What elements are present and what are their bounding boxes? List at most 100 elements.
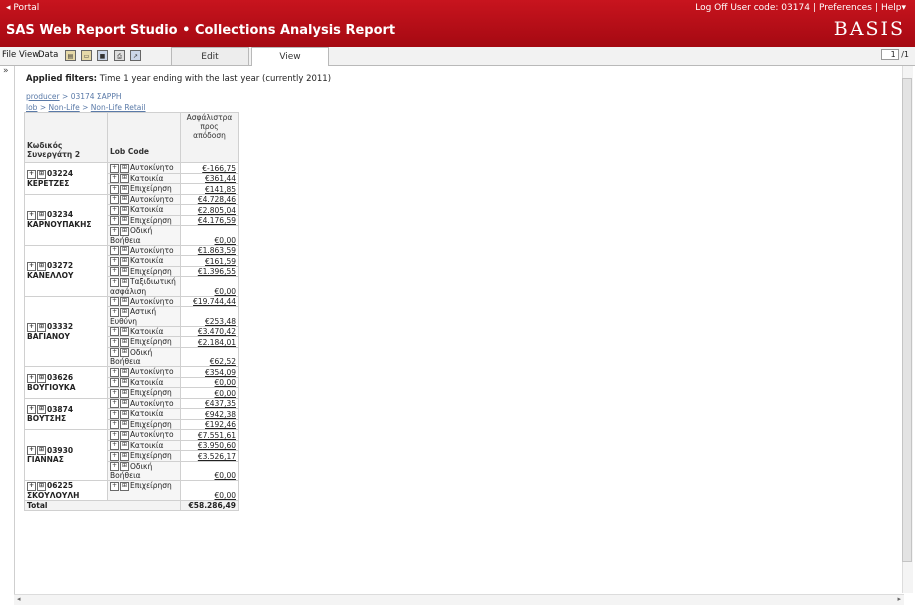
premium-value[interactable]: €0,00 xyxy=(215,491,236,500)
lob-label[interactable]: Κατοικία xyxy=(130,441,163,450)
breadcrumb-link-producer[interactable]: producer xyxy=(26,92,60,101)
expand-icon[interactable]: + xyxy=(27,446,36,456)
expand-icon[interactable]: + xyxy=(110,481,119,491)
expand-icon[interactable]: + xyxy=(110,462,119,471)
expand-icon[interactable]: + xyxy=(110,348,119,357)
drill-icon[interactable]: ⊞ xyxy=(120,226,129,236)
expand-panel-button[interactable]: » xyxy=(3,66,9,76)
lob-label[interactable]: Κατοικία xyxy=(130,378,163,387)
breadcrumb-link-nonlife-retail[interactable]: Non-Life Retail xyxy=(91,103,146,112)
drill-icon[interactable]: ⊞ xyxy=(120,367,129,377)
premium-value[interactable]: €2.805,04 xyxy=(198,206,236,215)
breadcrumb-link-nonlife[interactable]: Non-Life xyxy=(49,103,80,112)
drill-icon[interactable]: ⊞ xyxy=(37,261,46,271)
drill-icon[interactable]: ⊞ xyxy=(120,409,129,419)
drill-icon[interactable]: ⊞ xyxy=(120,462,129,471)
expand-icon[interactable]: + xyxy=(110,430,119,440)
drill-icon[interactable]: ⊞ xyxy=(120,378,129,387)
drill-icon[interactable]: ⊞ xyxy=(120,430,129,440)
expand-icon[interactable]: + xyxy=(110,246,119,255)
scroll-left-icon[interactable]: ◂ xyxy=(17,595,21,603)
premium-value[interactable]: €7.551,61 xyxy=(198,431,236,440)
expand-icon[interactable]: + xyxy=(27,169,36,179)
premium-value[interactable]: €-166,75 xyxy=(202,164,236,173)
lob-label[interactable]: Κατοικία xyxy=(130,409,163,418)
col-header-lob[interactable]: Lob Code xyxy=(107,112,181,163)
premium-value[interactable]: €192,46 xyxy=(205,420,236,429)
lob-label[interactable]: Επιχείρηση xyxy=(130,184,172,193)
expand-icon[interactable]: + xyxy=(110,367,119,377)
drill-icon[interactable]: ⊞ xyxy=(120,307,129,317)
expand-icon[interactable]: + xyxy=(27,322,36,332)
logoff-link[interactable]: Log Off User code: 03174 xyxy=(692,3,813,13)
expand-icon[interactable]: + xyxy=(110,205,119,215)
lob-label[interactable]: Επιχείρηση xyxy=(130,481,172,490)
drill-icon[interactable]: ⊞ xyxy=(37,322,46,332)
lob-label[interactable]: Αυτοκίνητο xyxy=(130,246,174,255)
expand-icon[interactable]: + xyxy=(110,256,119,266)
drill-icon[interactable]: ⊞ xyxy=(37,446,46,456)
expand-icon[interactable]: + xyxy=(110,195,119,204)
drill-icon[interactable]: ⊞ xyxy=(37,481,46,491)
premium-value[interactable]: €161,59 xyxy=(205,257,236,266)
horizontal-scrollbar[interactable]: ◂ ▸ xyxy=(14,594,904,605)
premium-value[interactable]: €141,85 xyxy=(205,185,236,194)
lob-label[interactable]: Αυτοκίνητο xyxy=(130,367,174,376)
expand-icon[interactable]: + xyxy=(110,297,119,306)
lob-label[interactable]: Κατοικία xyxy=(130,205,163,214)
lob-label[interactable]: Αυτοκίνητο xyxy=(130,399,174,408)
expand-icon[interactable]: + xyxy=(27,210,36,220)
premium-value[interactable]: €62,52 xyxy=(210,357,236,366)
breadcrumb-link-lob[interactable]: lob xyxy=(26,103,37,112)
page-input[interactable]: 1 xyxy=(880,49,899,60)
expand-icon[interactable]: + xyxy=(27,261,36,271)
lob-label[interactable]: Αυτοκίνητο xyxy=(130,297,174,306)
premium-value[interactable]: €3.950,60 xyxy=(198,441,236,450)
vertical-scroll-thumb[interactable] xyxy=(902,78,912,562)
drill-icon[interactable]: ⊞ xyxy=(120,297,129,306)
drill-icon[interactable]: ⊞ xyxy=(120,174,129,183)
save-icon[interactable]: ■ xyxy=(97,50,108,61)
menu-file[interactable]: File xyxy=(2,50,16,60)
expand-icon[interactable]: + xyxy=(110,451,119,461)
premium-value[interactable]: €2.184,01 xyxy=(198,338,236,347)
drill-icon[interactable]: ⊞ xyxy=(37,373,46,383)
open-icon[interactable]: ▭ xyxy=(81,50,92,61)
drill-icon[interactable]: ⊞ xyxy=(37,169,46,179)
lob-label[interactable]: Επιχείρηση xyxy=(130,388,172,397)
premium-value[interactable]: €0,00 xyxy=(215,471,236,480)
expand-icon[interactable]: + xyxy=(110,277,119,287)
premium-value[interactable]: €19.744,44 xyxy=(193,297,236,306)
expand-icon[interactable]: + xyxy=(110,409,119,419)
lob-label[interactable]: Κατοικία xyxy=(130,174,163,183)
premium-value[interactable]: €942,38 xyxy=(205,410,236,419)
col-header-agent[interactable]: Κωδικός Συνεργάτη 2 xyxy=(24,112,108,163)
expand-icon[interactable]: + xyxy=(110,337,119,347)
lob-label[interactable]: Επιχείρηση xyxy=(130,216,172,225)
lob-label[interactable]: Επιχείρηση xyxy=(130,451,172,460)
drill-icon[interactable]: ⊞ xyxy=(120,399,129,408)
drill-icon[interactable]: ⊞ xyxy=(120,184,129,194)
drill-icon[interactable]: ⊞ xyxy=(120,481,129,491)
print-icon[interactable]: ⎙ xyxy=(114,50,125,61)
drill-icon[interactable]: ⊞ xyxy=(120,348,129,357)
premium-value[interactable]: €437,35 xyxy=(205,399,236,408)
expand-icon[interactable]: + xyxy=(27,373,36,383)
preferences-link[interactable]: Preferences xyxy=(816,3,875,13)
export-icon[interactable]: ↗ xyxy=(130,50,141,61)
lob-label[interactable]: Κατοικία xyxy=(130,327,163,336)
drill-icon[interactable]: ⊞ xyxy=(120,267,129,276)
premium-value[interactable]: €0,00 xyxy=(215,287,236,296)
lob-label[interactable]: Επιχείρηση xyxy=(130,337,172,346)
col-header-premium[interactable]: Ασφάλιστρα προς απόδοση xyxy=(180,112,239,163)
drill-icon[interactable]: ⊞ xyxy=(37,210,46,220)
drill-icon[interactable]: ⊞ xyxy=(120,420,129,429)
premium-value[interactable]: €0,00 xyxy=(215,236,236,245)
lob-label[interactable]: Επιχείρηση xyxy=(130,267,172,276)
drill-icon[interactable]: ⊞ xyxy=(120,441,129,450)
lob-label[interactable]: Αυτοκίνητο xyxy=(130,195,174,204)
premium-value[interactable]: €354,09 xyxy=(205,368,236,377)
premium-value[interactable]: €0,00 xyxy=(215,378,236,387)
drill-icon[interactable]: ⊞ xyxy=(120,451,129,461)
scroll-right-icon[interactable]: ▸ xyxy=(897,595,901,603)
